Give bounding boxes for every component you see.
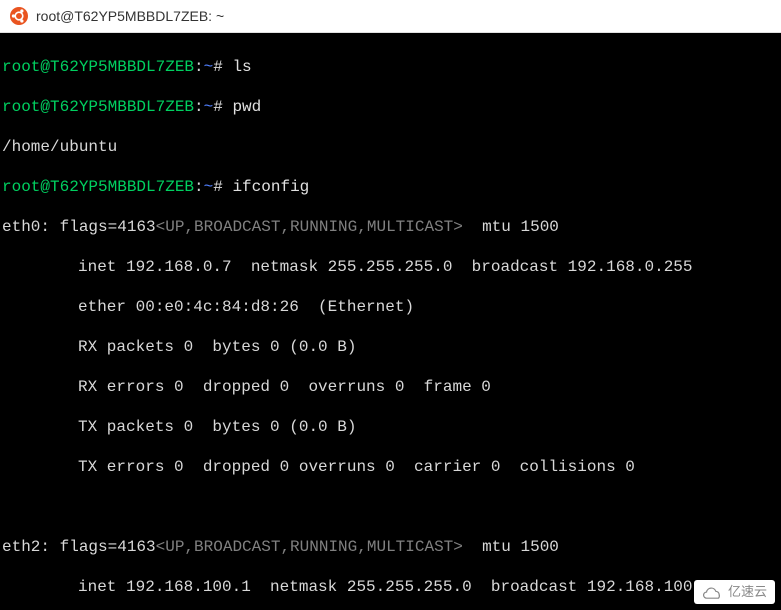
eth0-rx-errors: RX errors 0 dropped 0 overruns 0 frame 0 xyxy=(2,377,779,397)
prompt-sep: : xyxy=(194,98,204,116)
prompt-user: root@T62YP5MBBDL7ZEB xyxy=(2,178,194,196)
eth0-inet: inet 192.168.0.7 netmask 255.255.255.0 b… xyxy=(2,257,779,277)
prompt-user: root@T62YP5MBBDL7ZEB xyxy=(2,58,194,76)
watermark-text: 亿速云 xyxy=(728,584,767,600)
eth2-inet: inet 192.168.100.1 netmask 255.255.255.0… xyxy=(2,577,779,597)
command-ifconfig: ifconfig xyxy=(232,178,309,196)
prompt-hash: # xyxy=(213,178,232,196)
prompt-tilde: ~ xyxy=(204,178,214,196)
eth0-rx-packets: RX packets 0 bytes 0 (0.0 B) xyxy=(2,337,779,357)
cloud-icon xyxy=(702,585,724,599)
ubuntu-icon xyxy=(10,7,28,25)
window-title: root@T62YP5MBBDL7ZEB: ~ xyxy=(36,8,224,24)
watermark: 亿速云 xyxy=(694,580,775,604)
eth2-header: eth2: flags=4163<UP,BROADCAST,RUNNING,MU… xyxy=(2,537,779,557)
prompt-sep: : xyxy=(194,178,204,196)
eth0-tx-errors: TX errors 0 dropped 0 overruns 0 carrier… xyxy=(2,457,779,477)
eth0-ether: ether 00:e0:4c:84:d8:26 (Ethernet) xyxy=(2,297,779,317)
command-ls: ls xyxy=(232,58,251,76)
terminal-area[interactable]: root@T62YP5MBBDL7ZEB:~# ls root@T62YP5MB… xyxy=(0,33,781,610)
eth0-header: eth0: flags=4163<UP,BROADCAST,RUNNING,MU… xyxy=(2,217,779,237)
prompt-user: root@T62YP5MBBDL7ZEB xyxy=(2,98,194,116)
pwd-output: /home/ubuntu xyxy=(2,137,779,157)
window-titlebar: root@T62YP5MBBDL7ZEB: ~ xyxy=(0,0,781,33)
eth0-tx-packets: TX packets 0 bytes 0 (0.0 B) xyxy=(2,417,779,437)
prompt-tilde: ~ xyxy=(204,58,214,76)
command-pwd: pwd xyxy=(232,98,261,116)
prompt-sep: : xyxy=(194,58,204,76)
prompt-hash: # xyxy=(213,58,232,76)
prompt-tilde: ~ xyxy=(204,98,214,116)
prompt-hash: # xyxy=(213,98,232,116)
